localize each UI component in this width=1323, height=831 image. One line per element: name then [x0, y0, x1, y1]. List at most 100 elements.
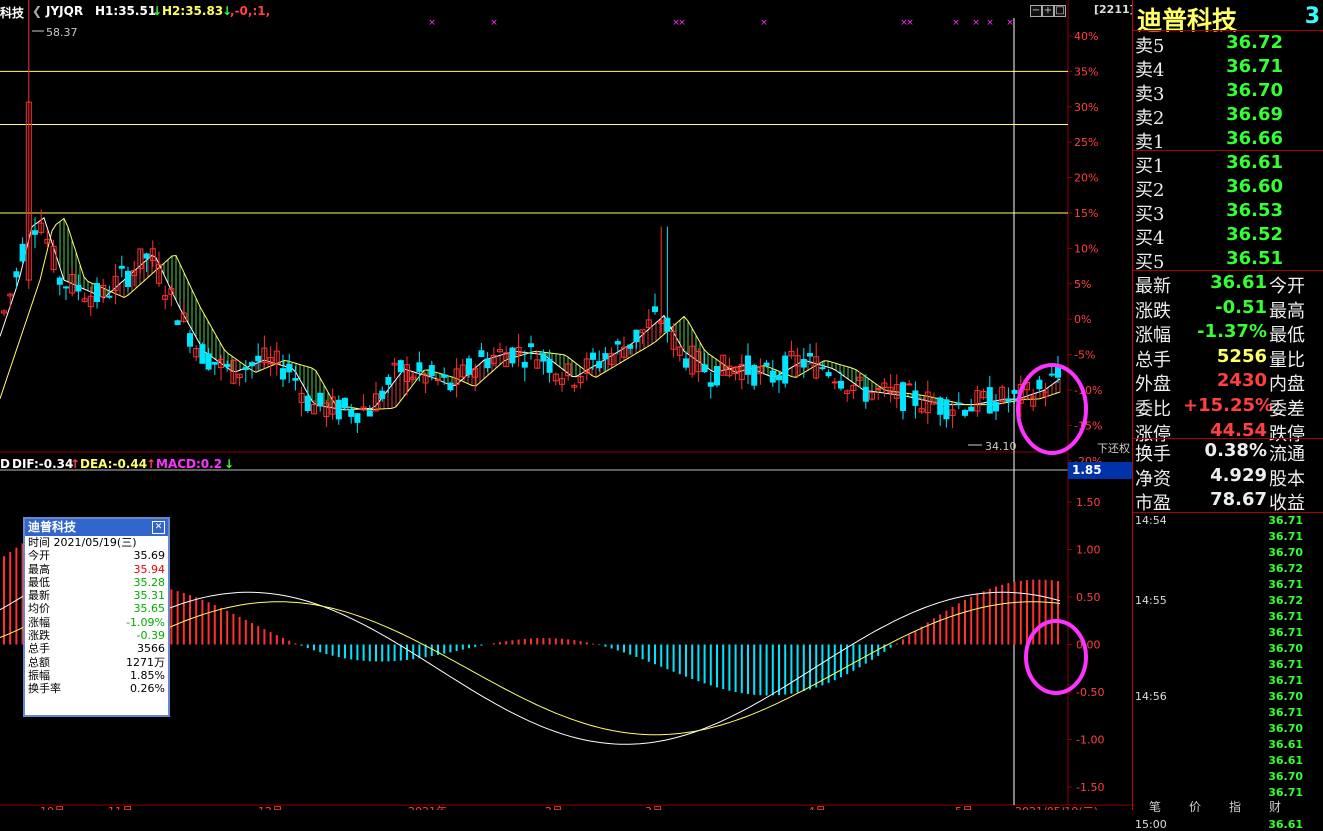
- candle-body: [199, 344, 206, 364]
- ask-price: 36.69: [1226, 104, 1283, 125]
- signal-marker: ×: [952, 18, 960, 28]
- popup-row: 均价 35.65: [25, 602, 168, 615]
- bottom-tab[interactable]: 笔: [1149, 798, 1161, 815]
- date-axis-label: 2月: [545, 805, 563, 810]
- date-axis-label: 2021年: [408, 804, 447, 810]
- popup-value: 1271万: [126, 655, 165, 669]
- pct-axis-label: 0%: [1074, 313, 1091, 326]
- candle-body: [379, 390, 386, 400]
- close-icon[interactable]: ✕: [152, 521, 165, 534]
- stat-label-right: 量比: [1269, 349, 1305, 371]
- candle-body: [509, 347, 516, 364]
- ask-label: 卖4: [1135, 60, 1165, 81]
- tick-price: 36.71: [1268, 674, 1303, 687]
- stat-label-right: 股本: [1269, 468, 1305, 490]
- bottom-tab[interactable]: 指: [1229, 798, 1241, 815]
- signal-marker: ×: [428, 18, 436, 28]
- indicator-name[interactable]: JYJQR: [46, 4, 83, 18]
- candle-body: [993, 401, 999, 412]
- highlight-circle: [1024, 619, 1088, 695]
- date-axis-label: 11月: [108, 805, 133, 810]
- date-axis-label: 3月: [645, 805, 663, 810]
- candle-body: [943, 399, 950, 420]
- macd-axis-label: -1.50: [1076, 781, 1104, 794]
- ask-price: 36.70: [1226, 80, 1283, 101]
- restore-button[interactable]: □: [1054, 5, 1066, 17]
- stat-value: -0.51: [1215, 296, 1267, 318]
- candle-body: [968, 406, 975, 412]
- candle-body: [751, 365, 758, 386]
- macd-prefix: D: [0, 457, 10, 471]
- macd-box-value: 1.85: [1068, 462, 1132, 479]
- popup-key: 涨跌: [28, 629, 50, 643]
- popup-value: 35.69: [133, 549, 166, 563]
- candle-body: [435, 379, 441, 382]
- stat-value: -1.37%: [1197, 321, 1267, 343]
- signal-marker: ×: [972, 18, 980, 28]
- expand-button[interactable]: +: [1042, 5, 1054, 17]
- candle-body: [143, 253, 150, 259]
- stat-value: 0.38%: [1204, 440, 1267, 461]
- ask-label: 卖5: [1135, 36, 1165, 57]
- candle-body: [955, 402, 962, 405]
- bid-label: 买1: [1135, 156, 1165, 177]
- separator: [1133, 30, 1323, 31]
- signal-marker: ×: [1006, 18, 1014, 28]
- candle-body: [838, 380, 844, 389]
- candle-body: [683, 358, 689, 368]
- menu-arrow-icon[interactable]: ❮: [32, 4, 42, 18]
- candle-body: [707, 382, 714, 387]
- tick-price: 36.72: [1268, 562, 1303, 575]
- candle-body: [1011, 389, 1018, 394]
- code-box: [2211]: [1094, 3, 1135, 16]
- candle-body: [986, 387, 993, 414]
- tick-price: 36.70: [1268, 642, 1303, 655]
- candle-body: [249, 362, 255, 367]
- minimize-button[interactable]: −: [1030, 5, 1042, 17]
- adjust-label[interactable]: 下还权: [1097, 440, 1130, 456]
- stat-label: 净资: [1135, 468, 1171, 490]
- popup-title-text: 迪普科技: [28, 520, 77, 534]
- page-number[interactable]: 3: [1305, 4, 1320, 29]
- kline-chart-area[interactable]: 40%35%30%25%20%15%10%5%0%-5%-10%-15%-20%…: [0, 0, 1135, 810]
- candle-body: [441, 374, 448, 378]
- popup-value: 3566: [137, 642, 165, 656]
- candle-body: [627, 344, 634, 349]
- quote-panel: 迪普科技 3 卖5 36.72 卖4 36.71 卖3 36.70 卖2 36.69 卖1 36.…: [1132, 0, 1323, 831]
- popup-row: 最新 35.31: [25, 589, 168, 602]
- tick-time: 14:55: [1135, 594, 1167, 607]
- tick-price: 36.61: [1268, 738, 1303, 751]
- candle-body: [590, 352, 596, 360]
- macd-value: MACD:0.2: [156, 457, 223, 471]
- candle-body: [478, 350, 485, 357]
- pct-axis-label: -5%: [1074, 349, 1095, 362]
- signal-marker: ×: [490, 18, 498, 28]
- tick-price: 36.72: [1268, 594, 1303, 607]
- candle-body: [912, 390, 919, 406]
- candle-body: [614, 341, 621, 345]
- stat-label-right: 最高: [1269, 300, 1305, 322]
- popup-key: 振幅: [28, 668, 50, 682]
- stat-value: +15.25%: [1183, 395, 1274, 416]
- bar-info-popup[interactable]: 迪普科技 ✕ 时间 2021/05/19(三) 今开 35.69 最高 35.94 最低 3…: [23, 517, 170, 717]
- candle-body: [714, 366, 720, 386]
- dif-value: DIF:-0.34: [12, 457, 74, 471]
- tick-time: 15:00: [1135, 818, 1167, 831]
- pct-axis-label: -10%: [1074, 384, 1102, 397]
- bottom-tab[interactable]: 价: [1189, 798, 1201, 815]
- candle-body: [224, 363, 231, 368]
- bid-price: 36.53: [1226, 200, 1283, 221]
- candle-body: [125, 270, 131, 287]
- candle-body: [521, 361, 528, 368]
- candle-body: [1048, 373, 1055, 376]
- popup-rows: 今开 35.69 最高 35.94 最低 35.28 最新 35.31 均价 35.65 涨幅 -1.…: [25, 549, 168, 695]
- candle-body: [286, 363, 293, 373]
- candle-body: [205, 353, 212, 370]
- popup-key: 今开: [28, 549, 50, 563]
- stat-label: 涨跌: [1135, 300, 1171, 322]
- candle-body: [763, 362, 770, 366]
- bid-price: 36.60: [1226, 176, 1283, 197]
- candle-body: [106, 295, 113, 298]
- bottom-tab[interactable]: 财: [1269, 798, 1281, 815]
- candle-body: [540, 353, 547, 362]
